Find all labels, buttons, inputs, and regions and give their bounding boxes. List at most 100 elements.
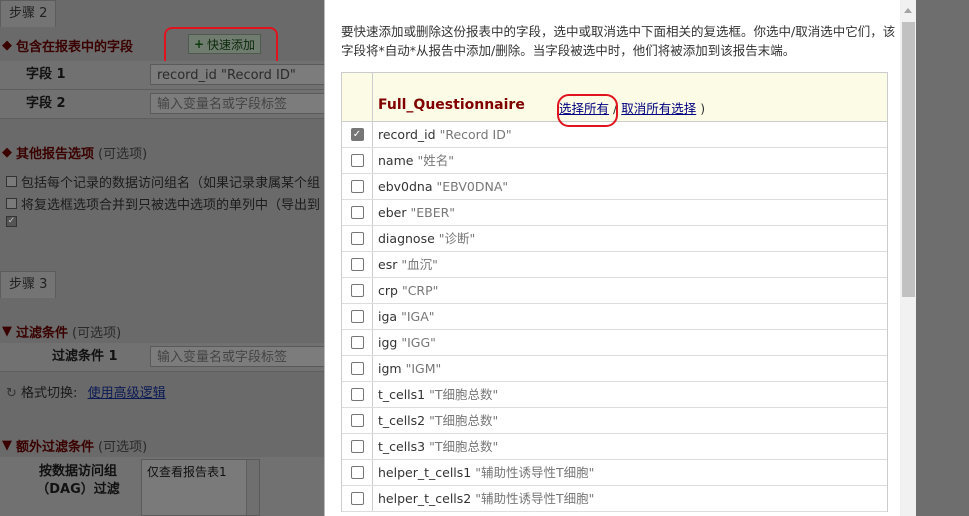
checkbox-cell: [342, 330, 373, 355]
field-variable-name: esr: [378, 257, 398, 272]
option-include-dag-label: 包括每个记录的数据访问组名（如果记录隶属某个组: [21, 176, 321, 191]
format-switch: ↻ 格式切换: 使用高级逻辑: [6, 382, 166, 401]
field-label: "CRP": [401, 283, 439, 298]
field-row-esr: esr "血沉": [342, 252, 887, 278]
include-fields-section-title: ◆ 包含在报表中的字段: [2, 36, 133, 55]
field-checkbox[interactable]: [350, 154, 364, 167]
dag-list-item[interactable]: 仅查看报告表1: [147, 465, 227, 479]
deselect-all-link[interactable]: 取消所有选择: [621, 101, 696, 116]
checkbox-third[interactable]: ✓: [6, 216, 17, 227]
other-options-title: 其他报告选项: [16, 147, 95, 162]
field-row-2: 字段 2 输入变量名或字段标签: [0, 90, 330, 119]
field-entry: diagnose "诊断": [378, 226, 475, 251]
option-include-dag[interactable]: 包括每个记录的数据访问组名（如果记录隶属某个组: [6, 172, 320, 191]
link-close-paren: ): [700, 101, 706, 116]
checkbox-cell: [342, 460, 373, 485]
step2-tab: 步骤 2: [0, 0, 57, 27]
field-row-t_cells3: t_cells3 "T细胞总数": [342, 434, 887, 460]
option-combine-checkbox[interactable]: 将复选框选项合并到只被选中选项的单列中（导出到: [6, 194, 320, 213]
checkbox-cell: [342, 382, 373, 407]
field-2-input[interactable]: 输入变量名或字段标签: [150, 93, 330, 114]
field-entry: esr "血沉": [378, 252, 438, 277]
field-label: "IGG": [401, 335, 436, 350]
field-row-helper_t_cells2: helper_t_cells2 "辅助性诱导性T细胞": [342, 486, 887, 512]
checkbox-combine[interactable]: [6, 198, 17, 209]
field-variable-name: t_cells3: [378, 439, 426, 454]
advanced-logic-link[interactable]: 使用高级逻辑: [88, 386, 166, 401]
filter-icon: ▼: [2, 324, 12, 339]
field-label: "姓名": [417, 153, 454, 168]
filter-optional: (可选项): [72, 326, 122, 341]
field-row-igm: igm "IGM": [342, 356, 887, 382]
field-label: "Record ID": [439, 127, 512, 142]
other-options-optional: (可选项): [98, 147, 148, 162]
dag-list-scrollbar[interactable]: [246, 460, 259, 515]
option-third[interactable]: ✓: [6, 216, 17, 227]
field-checkbox[interactable]: [350, 232, 364, 245]
field-checkbox[interactable]: [350, 414, 364, 427]
field-checkbox[interactable]: [350, 180, 364, 193]
filter-1-label: 过滤条件 1: [52, 349, 118, 364]
extra-filter-title: 额外过滤条件: [16, 440, 95, 455]
field-checkbox[interactable]: [350, 284, 364, 297]
filter-1-input[interactable]: 输入变量名或字段标签: [150, 346, 330, 367]
field-entry: t_cells3 "T细胞总数": [378, 434, 498, 459]
field-variable-name: name: [378, 153, 414, 168]
checkbox-cell: [342, 356, 373, 381]
field-row-eber: eber "EBER": [342, 200, 887, 226]
step3-tab: 步骤 3: [0, 271, 57, 298]
field-label: "T细胞总数": [429, 387, 499, 402]
field-checkbox[interactable]: [350, 492, 364, 505]
field-variable-name: iga: [378, 309, 398, 324]
field-entry: eber "EBER": [378, 200, 455, 225]
field-checkbox[interactable]: [350, 258, 364, 271]
checkbox-cell: [342, 486, 373, 511]
field-checkbox[interactable]: [350, 388, 364, 401]
field-checkbox[interactable]: [350, 310, 364, 323]
extra-filter-optional: (可选项): [98, 440, 148, 455]
field-checkbox[interactable]: [350, 362, 364, 375]
field-entry: igg "IGG": [378, 330, 436, 355]
field-entry: record_id "Record ID": [378, 122, 512, 147]
field-checkbox[interactable]: [350, 440, 364, 453]
tag-icon: ◆: [2, 38, 12, 53]
field-2-label: 字段 2: [26, 96, 66, 111]
scrollbar-thumb[interactable]: [902, 22, 915, 297]
field-label: "辅助性诱导性T细胞": [475, 465, 595, 480]
annotation-circle-select-all: [557, 94, 618, 127]
step2-tab-label: 步骤 2: [9, 6, 48, 21]
field-label: "EBER": [410, 205, 456, 220]
field-variable-name: t_cells2: [378, 413, 426, 428]
field-entry: crp "CRP": [378, 278, 438, 303]
field-row-ebv0dna: ebv0dna "EBV0DNA": [342, 174, 887, 200]
field-row-record_id: ✓ record_id "Record ID": [342, 122, 887, 148]
field-checkbox[interactable]: [350, 336, 364, 349]
field-checkbox[interactable]: [350, 206, 364, 219]
field-label: "T细胞总数": [429, 413, 499, 428]
field-row-name: name "姓名": [342, 148, 887, 174]
field-checkbox[interactable]: [350, 466, 364, 479]
filter-row-1: 过滤条件 1 输入变量名或字段标签: [0, 343, 330, 372]
field-checkbox-table: Full_Questionnaire 选择所有 / 取消所有选择 ) ✓ reco…: [341, 72, 888, 512]
dialog-instructions: 要快速添加或删除这份报表中的字段，选中或取消选中下面相关的复选框。你选中/取消选…: [341, 24, 896, 58]
field-checkbox[interactable]: ✓: [350, 128, 364, 141]
checkbox-cell: [342, 200, 373, 225]
field-variable-name: ebv0dna: [378, 179, 433, 194]
field-entry: ebv0dna "EBV0DNA": [378, 174, 508, 199]
extra-filter-section-title: ▼ 额外过滤条件 (可选项): [2, 436, 147, 455]
field-entry: t_cells1 "T细胞总数": [378, 382, 498, 407]
report-editor-background: 步骤 2 ◆ 包含在报表中的字段 + 快速添加 字段 1 record_id "…: [0, 0, 330, 516]
field-variable-name: record_id: [378, 127, 436, 142]
step3-tab-label: 步骤 3: [9, 277, 48, 292]
dag-select-list[interactable]: 仅查看报告表1: [141, 459, 260, 516]
field-1-label: 字段 1: [26, 67, 66, 82]
field-label: "IGA": [401, 309, 435, 324]
field-1-input[interactable]: record_id "Record ID": [150, 64, 330, 85]
checkbox-include-dag[interactable]: [6, 176, 17, 187]
filter-icon: ▼: [2, 438, 12, 453]
quick-add-dialog: 要快速添加或删除这份报表中的字段，选中或取消选中下面相关的复选框。你选中/取消选…: [324, 0, 916, 516]
scroll-up-arrow-icon[interactable]: [904, 8, 912, 13]
checkbox-cell: [342, 174, 373, 199]
form-name: Full_Questionnaire: [378, 97, 525, 113]
field-entry: name "姓名": [378, 148, 454, 173]
